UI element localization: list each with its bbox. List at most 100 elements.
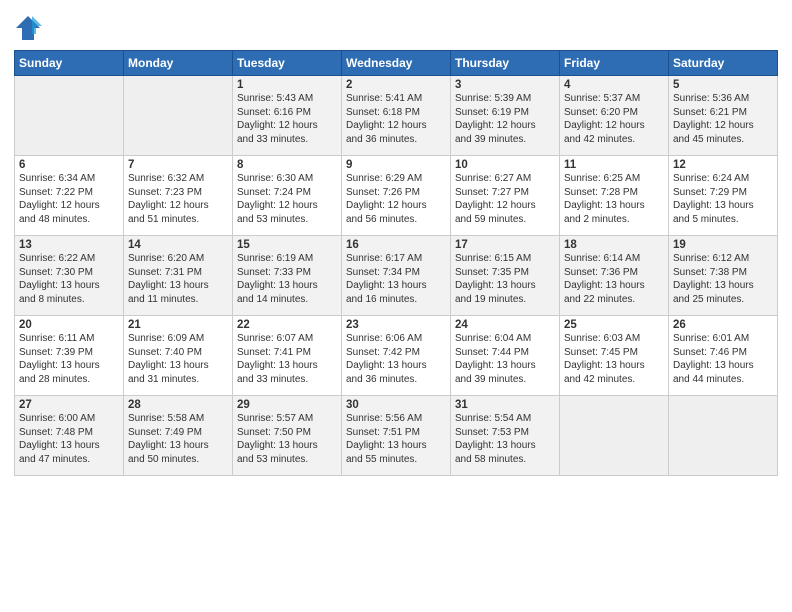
day-number: 15	[237, 239, 337, 251]
day-number: 12	[673, 159, 773, 171]
weekday-header-monday: Monday	[124, 51, 233, 76]
week-row-5: 27Sunrise: 6:00 AM Sunset: 7:48 PM Dayli…	[15, 396, 778, 476]
day-info: Sunrise: 6:14 AM Sunset: 7:36 PM Dayligh…	[564, 252, 664, 306]
calendar-cell	[15, 76, 124, 156]
day-number: 9	[346, 159, 446, 171]
day-info: Sunrise: 6:32 AM Sunset: 7:23 PM Dayligh…	[128, 172, 228, 226]
calendar-cell: 21Sunrise: 6:09 AM Sunset: 7:40 PM Dayli…	[124, 316, 233, 396]
calendar-cell: 12Sunrise: 6:24 AM Sunset: 7:29 PM Dayli…	[669, 156, 778, 236]
calendar-cell: 4Sunrise: 5:37 AM Sunset: 6:20 PM Daylig…	[560, 76, 669, 156]
day-number: 22	[237, 319, 337, 331]
calendar-cell: 9Sunrise: 6:29 AM Sunset: 7:26 PM Daylig…	[342, 156, 451, 236]
calendar-cell: 20Sunrise: 6:11 AM Sunset: 7:39 PM Dayli…	[15, 316, 124, 396]
day-info: Sunrise: 6:09 AM Sunset: 7:40 PM Dayligh…	[128, 332, 228, 386]
day-number: 31	[455, 399, 555, 411]
day-info: Sunrise: 6:29 AM Sunset: 7:26 PM Dayligh…	[346, 172, 446, 226]
day-number: 5	[673, 79, 773, 91]
day-number: 13	[19, 239, 119, 251]
calendar-cell: 14Sunrise: 6:20 AM Sunset: 7:31 PM Dayli…	[124, 236, 233, 316]
day-number: 24	[455, 319, 555, 331]
calendar-cell: 31Sunrise: 5:54 AM Sunset: 7:53 PM Dayli…	[451, 396, 560, 476]
day-info: Sunrise: 6:06 AM Sunset: 7:42 PM Dayligh…	[346, 332, 446, 386]
day-info: Sunrise: 5:41 AM Sunset: 6:18 PM Dayligh…	[346, 92, 446, 146]
day-number: 3	[455, 79, 555, 91]
calendar-cell: 7Sunrise: 6:32 AM Sunset: 7:23 PM Daylig…	[124, 156, 233, 236]
day-info: Sunrise: 5:54 AM Sunset: 7:53 PM Dayligh…	[455, 412, 555, 466]
day-info: Sunrise: 6:22 AM Sunset: 7:30 PM Dayligh…	[19, 252, 119, 306]
calendar-cell: 15Sunrise: 6:19 AM Sunset: 7:33 PM Dayli…	[233, 236, 342, 316]
calendar-cell: 22Sunrise: 6:07 AM Sunset: 7:41 PM Dayli…	[233, 316, 342, 396]
week-row-2: 6Sunrise: 6:34 AM Sunset: 7:22 PM Daylig…	[15, 156, 778, 236]
calendar-cell	[560, 396, 669, 476]
day-number: 4	[564, 79, 664, 91]
calendar-cell: 8Sunrise: 6:30 AM Sunset: 7:24 PM Daylig…	[233, 156, 342, 236]
day-info: Sunrise: 6:27 AM Sunset: 7:27 PM Dayligh…	[455, 172, 555, 226]
weekday-header-row: SundayMondayTuesdayWednesdayThursdayFrid…	[15, 51, 778, 76]
header	[14, 10, 778, 42]
calendar-cell: 17Sunrise: 6:15 AM Sunset: 7:35 PM Dayli…	[451, 236, 560, 316]
day-number: 30	[346, 399, 446, 411]
day-number: 14	[128, 239, 228, 251]
calendar-cell: 18Sunrise: 6:14 AM Sunset: 7:36 PM Dayli…	[560, 236, 669, 316]
calendar-cell: 2Sunrise: 5:41 AM Sunset: 6:18 PM Daylig…	[342, 76, 451, 156]
day-info: Sunrise: 6:19 AM Sunset: 7:33 PM Dayligh…	[237, 252, 337, 306]
calendar-cell	[124, 76, 233, 156]
calendar-cell: 29Sunrise: 5:57 AM Sunset: 7:50 PM Dayli…	[233, 396, 342, 476]
week-row-3: 13Sunrise: 6:22 AM Sunset: 7:30 PM Dayli…	[15, 236, 778, 316]
week-row-1: 1Sunrise: 5:43 AM Sunset: 6:16 PM Daylig…	[15, 76, 778, 156]
weekday-header-wednesday: Wednesday	[342, 51, 451, 76]
day-number: 8	[237, 159, 337, 171]
day-number: 19	[673, 239, 773, 251]
calendar-cell: 28Sunrise: 5:58 AM Sunset: 7:49 PM Dayli…	[124, 396, 233, 476]
calendar-cell	[669, 396, 778, 476]
day-info: Sunrise: 6:25 AM Sunset: 7:28 PM Dayligh…	[564, 172, 664, 226]
day-info: Sunrise: 6:12 AM Sunset: 7:38 PM Dayligh…	[673, 252, 773, 306]
calendar-table: SundayMondayTuesdayWednesdayThursdayFrid…	[14, 50, 778, 476]
day-info: Sunrise: 6:11 AM Sunset: 7:39 PM Dayligh…	[19, 332, 119, 386]
calendar-cell: 25Sunrise: 6:03 AM Sunset: 7:45 PM Dayli…	[560, 316, 669, 396]
day-number: 29	[237, 399, 337, 411]
day-number: 28	[128, 399, 228, 411]
day-info: Sunrise: 5:57 AM Sunset: 7:50 PM Dayligh…	[237, 412, 337, 466]
day-number: 2	[346, 79, 446, 91]
day-number: 21	[128, 319, 228, 331]
day-info: Sunrise: 5:39 AM Sunset: 6:19 PM Dayligh…	[455, 92, 555, 146]
weekday-header-saturday: Saturday	[669, 51, 778, 76]
day-info: Sunrise: 6:24 AM Sunset: 7:29 PM Dayligh…	[673, 172, 773, 226]
day-info: Sunrise: 6:03 AM Sunset: 7:45 PM Dayligh…	[564, 332, 664, 386]
calendar-cell: 5Sunrise: 5:36 AM Sunset: 6:21 PM Daylig…	[669, 76, 778, 156]
weekday-header-thursday: Thursday	[451, 51, 560, 76]
calendar-cell: 27Sunrise: 6:00 AM Sunset: 7:48 PM Dayli…	[15, 396, 124, 476]
calendar-cell: 13Sunrise: 6:22 AM Sunset: 7:30 PM Dayli…	[15, 236, 124, 316]
day-info: Sunrise: 6:20 AM Sunset: 7:31 PM Dayligh…	[128, 252, 228, 306]
page: SundayMondayTuesdayWednesdayThursdayFrid…	[0, 0, 792, 612]
day-number: 6	[19, 159, 119, 171]
logo-icon	[14, 14, 42, 42]
week-row-4: 20Sunrise: 6:11 AM Sunset: 7:39 PM Dayli…	[15, 316, 778, 396]
day-info: Sunrise: 5:43 AM Sunset: 6:16 PM Dayligh…	[237, 92, 337, 146]
calendar-cell: 10Sunrise: 6:27 AM Sunset: 7:27 PM Dayli…	[451, 156, 560, 236]
calendar-cell: 16Sunrise: 6:17 AM Sunset: 7:34 PM Dayli…	[342, 236, 451, 316]
day-info: Sunrise: 5:56 AM Sunset: 7:51 PM Dayligh…	[346, 412, 446, 466]
calendar-cell: 24Sunrise: 6:04 AM Sunset: 7:44 PM Dayli…	[451, 316, 560, 396]
day-info: Sunrise: 5:37 AM Sunset: 6:20 PM Dayligh…	[564, 92, 664, 146]
weekday-header-sunday: Sunday	[15, 51, 124, 76]
calendar-cell: 26Sunrise: 6:01 AM Sunset: 7:46 PM Dayli…	[669, 316, 778, 396]
day-number: 1	[237, 79, 337, 91]
day-info: Sunrise: 6:00 AM Sunset: 7:48 PM Dayligh…	[19, 412, 119, 466]
day-info: Sunrise: 6:04 AM Sunset: 7:44 PM Dayligh…	[455, 332, 555, 386]
logo	[14, 14, 46, 42]
day-info: Sunrise: 6:30 AM Sunset: 7:24 PM Dayligh…	[237, 172, 337, 226]
day-info: Sunrise: 6:15 AM Sunset: 7:35 PM Dayligh…	[455, 252, 555, 306]
day-number: 11	[564, 159, 664, 171]
day-number: 25	[564, 319, 664, 331]
day-number: 26	[673, 319, 773, 331]
day-info: Sunrise: 6:34 AM Sunset: 7:22 PM Dayligh…	[19, 172, 119, 226]
day-info: Sunrise: 6:01 AM Sunset: 7:46 PM Dayligh…	[673, 332, 773, 386]
day-info: Sunrise: 6:17 AM Sunset: 7:34 PM Dayligh…	[346, 252, 446, 306]
day-number: 27	[19, 399, 119, 411]
day-number: 16	[346, 239, 446, 251]
day-number: 7	[128, 159, 228, 171]
day-number: 23	[346, 319, 446, 331]
weekday-header-tuesday: Tuesday	[233, 51, 342, 76]
